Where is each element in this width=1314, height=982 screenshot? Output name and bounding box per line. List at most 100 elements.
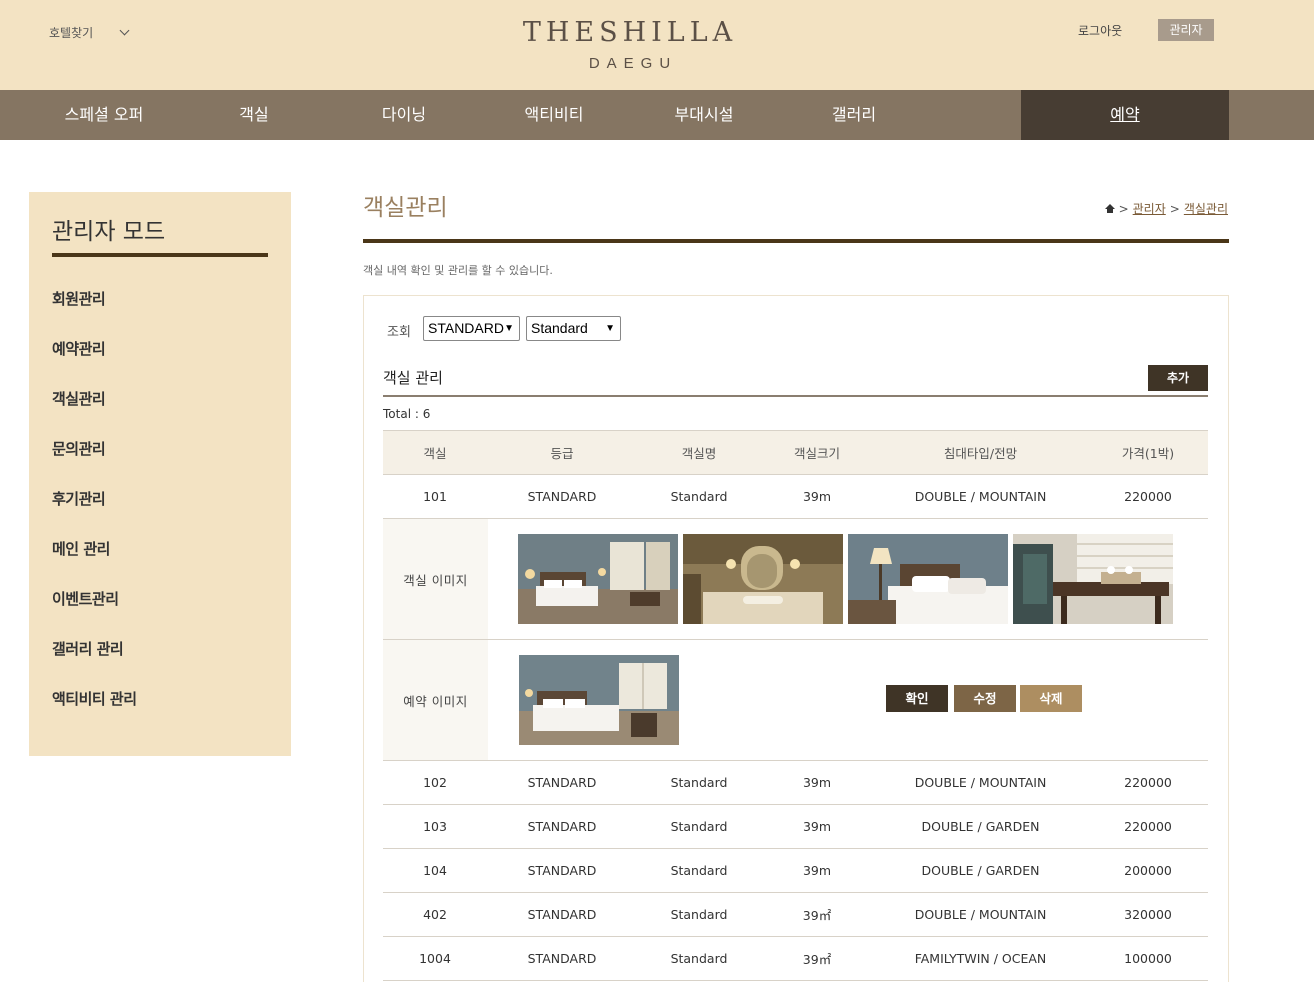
section-title: 객실 관리: [383, 369, 443, 387]
room-image-sitting-area[interactable]: [1013, 534, 1173, 624]
cell-room: 101: [423, 489, 447, 504]
cell-room: 402: [423, 907, 447, 922]
table-row[interactable]: 103 STANDARD Standard 39m DOUBLE / GARDE…: [383, 805, 1208, 849]
sidebar-title: 관리자 모드: [52, 219, 166, 245]
filter-label: 조회: [387, 325, 411, 340]
cell-grade: STANDARD: [527, 775, 597, 790]
nav-item-dining[interactable]: 다이닝: [329, 90, 479, 140]
cell-room-name: Standard: [670, 775, 728, 790]
booking-image-row: 예약 이미지 확인 수정 삭제: [383, 640, 1208, 761]
hotel-select[interactable]: 호텔찾기: [49, 24, 130, 41]
logo-sub-text: DAEGU: [588, 55, 678, 72]
edit-button[interactable]: 수정: [954, 685, 1016, 712]
nav-item-reservation[interactable]: 예약: [1021, 90, 1229, 140]
cell-grade: STANDARD: [527, 863, 597, 878]
cell-price: 200000: [1124, 863, 1172, 878]
cell-grade: STANDARD: [527, 489, 597, 504]
cell-price: 100000: [1124, 951, 1172, 966]
admin-sidebar: 관리자 모드 회원관리 예약관리 객실관리 문의관리 후기관리 메인 관리 이벤…: [29, 192, 291, 756]
breadcrumb-separator: >: [1118, 201, 1129, 216]
column-header-room: 객실: [423, 446, 447, 461]
column-header-bed-view: 침대타입/전망: [943, 446, 1018, 461]
cell-room: 1004: [419, 951, 451, 966]
cell-room-size: 39m: [802, 819, 832, 834]
cell-room-name: Standard: [670, 489, 728, 504]
dropdown-arrow-icon: ▼: [504, 323, 514, 334]
column-header-room-size: 객실크기: [793, 446, 840, 461]
table-row[interactable]: 102 STANDARD Standard 39m DOUBLE / MOUNT…: [383, 761, 1208, 805]
main-nav: 스페셜 오퍼 객실 다이닝 액티비티 부대시설 갤러리 예약: [0, 90, 1314, 140]
cell-room: 103: [423, 819, 447, 834]
cell-bed-view: DOUBLE / MOUNTAIN: [914, 907, 1047, 922]
confirm-button[interactable]: 확인: [886, 685, 948, 712]
cell-price: 220000: [1124, 775, 1172, 790]
page-description: 객실 내역 확인 및 관리를 할 수 있습니다.: [363, 264, 553, 277]
column-header-grade: 등급: [550, 446, 574, 461]
cell-price: 320000: [1124, 907, 1172, 922]
nav-item-facilities[interactable]: 부대시설: [629, 90, 779, 140]
nav-item-rooms[interactable]: 객실: [179, 90, 329, 140]
cell-grade: STANDARD: [527, 907, 597, 922]
room-image-bed-detail[interactable]: [848, 534, 1008, 624]
table-header-row: 객실 등급 객실명 객실크기 침대타입/전망 가격(1박): [383, 430, 1208, 475]
cell-room-size: 39m: [802, 863, 832, 878]
sidebar-item-events[interactable]: 이벤트관리: [52, 588, 119, 609]
cell-grade: STANDARD: [527, 819, 597, 834]
room-image-bedroom[interactable]: [518, 534, 678, 624]
hotel-select-label: 호텔찾기: [49, 26, 94, 40]
sidebar-item-main[interactable]: 메인 관리: [52, 538, 110, 559]
cell-room-size: 39㎡: [802, 908, 832, 923]
sidebar-item-activities[interactable]: 액티비티 관리: [52, 688, 137, 709]
title-divider: [363, 239, 1229, 243]
sidebar-item-gallery[interactable]: 갤러리 관리: [52, 638, 124, 659]
home-icon[interactable]: [1104, 203, 1115, 214]
page-title: 객실관리: [363, 195, 448, 221]
cell-room-name: Standard: [670, 907, 728, 922]
cell-price: 220000: [1124, 489, 1172, 504]
cell-grade: STANDARD: [527, 951, 597, 966]
grade-select[interactable]: STANDARD ▼: [423, 316, 520, 341]
breadcrumb-rooms[interactable]: 객실관리: [1184, 200, 1228, 217]
column-header-room-name: 객실명: [681, 446, 717, 461]
cell-room-size: 39m: [802, 489, 832, 504]
breadcrumb-admin[interactable]: 관리자: [1133, 200, 1166, 217]
sidebar-item-inquiries[interactable]: 문의관리: [52, 438, 106, 459]
room-image-bathroom[interactable]: [683, 534, 843, 624]
booking-image-label: 예약 이미지: [383, 640, 488, 760]
rooms-table: 객실 등급 객실명 객실크기 침대타입/전망 가격(1박) 101 STANDA…: [383, 430, 1208, 981]
grade-select-value: STANDARD: [428, 320, 504, 336]
sidebar-item-reviews[interactable]: 후기관리: [52, 488, 106, 509]
nav-item-special-offer[interactable]: 스페셜 오퍼: [29, 90, 179, 140]
total-count: Total : 6: [383, 407, 431, 421]
cell-room-name: Standard: [670, 863, 728, 878]
admin-button[interactable]: 관리자: [1158, 19, 1214, 41]
sidebar-item-reservations[interactable]: 예약관리: [52, 338, 106, 359]
room-images-row: 객실 이미지: [383, 519, 1208, 640]
table-row[interactable]: 402 STANDARD Standard 39㎡ DOUBLE / MOUNT…: [383, 893, 1208, 937]
nav-item-activity[interactable]: 액티비티: [479, 90, 629, 140]
top-header: 호텔찾기 THESHILLA DAEGU 로그아웃 관리자: [0, 0, 1314, 90]
cell-room-name: Standard: [670, 951, 728, 966]
table-row[interactable]: 104 STANDARD Standard 39m DOUBLE / GARDE…: [383, 849, 1208, 893]
nav-item-gallery[interactable]: 갤러리: [779, 90, 929, 140]
room-images-label: 객실 이미지: [383, 519, 488, 639]
sidebar-item-members[interactable]: 회원관리: [52, 288, 106, 309]
logout-link[interactable]: 로그아웃: [1078, 22, 1122, 39]
cell-room-size: 39m: [802, 775, 832, 790]
sidebar-item-rooms[interactable]: 객실관리: [52, 388, 106, 409]
cell-bed-view: DOUBLE / GARDEN: [921, 863, 1040, 878]
logo[interactable]: THESHILLA DAEGU: [500, 17, 760, 72]
chevron-down-icon: [119, 25, 130, 36]
cell-room-size: 39㎡: [802, 952, 832, 967]
dropdown-arrow-icon: ▼: [605, 323, 615, 334]
cell-price: 220000: [1124, 819, 1172, 834]
breadcrumb: > 관리자 > 객실관리: [1104, 200, 1228, 217]
add-room-button[interactable]: 추가: [1148, 365, 1208, 391]
column-header-price: 가격(1박): [1121, 446, 1175, 461]
room-name-select[interactable]: Standard ▼: [526, 316, 621, 341]
delete-button[interactable]: 삭제: [1020, 685, 1082, 712]
table-row[interactable]: 101 STANDARD Standard 39m DOUBLE / MOUNT…: [383, 475, 1208, 519]
booking-image-bedroom[interactable]: [519, 655, 679, 745]
cell-room: 104: [423, 863, 447, 878]
table-row[interactable]: 1004 STANDARD Standard 39㎡ FAMILYTWIN / …: [383, 937, 1208, 981]
